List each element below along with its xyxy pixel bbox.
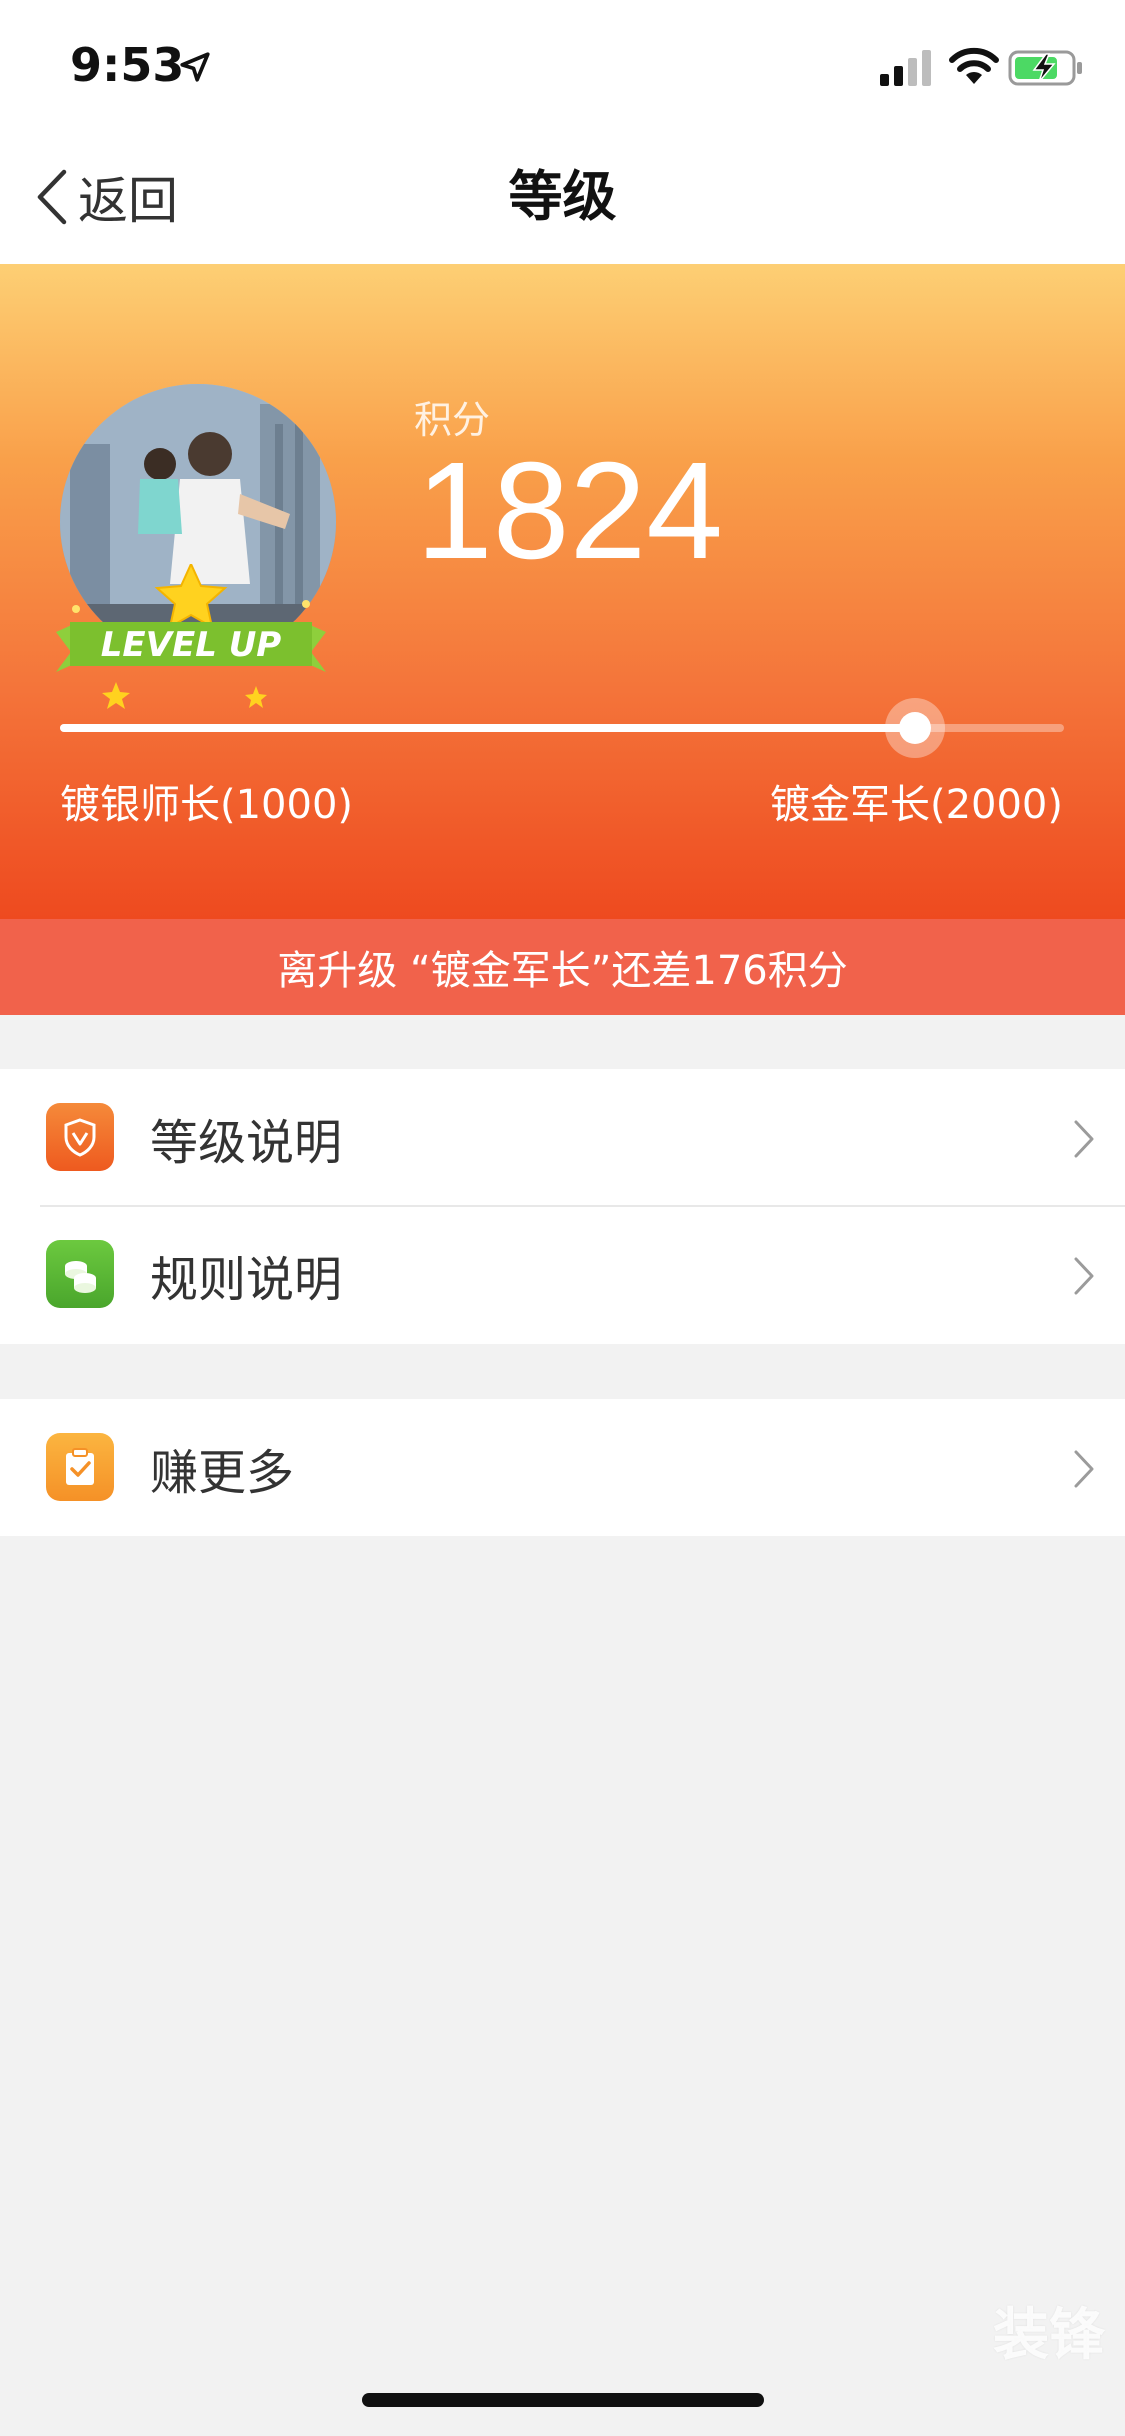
page-title: 等级	[508, 165, 617, 228]
level-up-badge-icon: LEVEL UP	[56, 564, 326, 709]
battery-charging-icon	[1008, 50, 1082, 86]
menu-group-1: 等级说明 规则说明	[0, 1069, 1125, 1344]
level-up-text: LEVEL UP	[101, 625, 282, 665]
chevron-right-icon	[1074, 1450, 1094, 1488]
earn-more-label: 赚更多	[150, 1444, 295, 1501]
status-bar: 9:53	[0, 0, 1125, 132]
points-value: 1824	[416, 434, 723, 588]
clipboard-check-icon	[46, 1433, 114, 1501]
level-description-label: 等级说明	[150, 1114, 343, 1171]
nav-bar: 返回 等级	[0, 132, 1125, 264]
home-indicator	[362, 2393, 764, 2407]
menu-group-2: 赚更多	[0, 1399, 1125, 1536]
coins-icon	[46, 1240, 114, 1308]
chevron-right-icon	[1074, 1120, 1094, 1158]
rules-description-item[interactable]: 规则说明	[0, 1206, 1125, 1343]
cellular-signal-icon	[880, 50, 931, 86]
level-header: LEVEL UP 积分 1824 镀银师长(1000) 镀金军长(2000)	[0, 264, 1125, 919]
chevron-right-icon	[1074, 1257, 1094, 1295]
level-progress-track	[60, 698, 1064, 758]
upgrade-banner: 离升级 “镀金军长”还差176积分	[0, 919, 1125, 1015]
earn-more-item[interactable]: 赚更多	[0, 1399, 1125, 1536]
range-start-label: 镀银师长(1000)	[60, 782, 354, 828]
shield-icon	[46, 1103, 114, 1171]
level-progress-fill	[60, 724, 916, 732]
watermark: 装锋	[993, 2303, 1105, 2368]
range-end-label: 镀金军长(2000)	[769, 782, 1063, 828]
page: 9:53 返回 等级 LEVEL UP 积分 1824 镀银师长(1000) 镀…	[0, 0, 1125, 2436]
level-description-item[interactable]: 等级说明	[0, 1069, 1125, 1207]
wifi-icon	[949, 47, 999, 84]
status-time: 9:53	[70, 38, 185, 92]
location-arrow-icon	[180, 52, 210, 82]
rules-description-label: 规则说明	[150, 1251, 343, 1308]
